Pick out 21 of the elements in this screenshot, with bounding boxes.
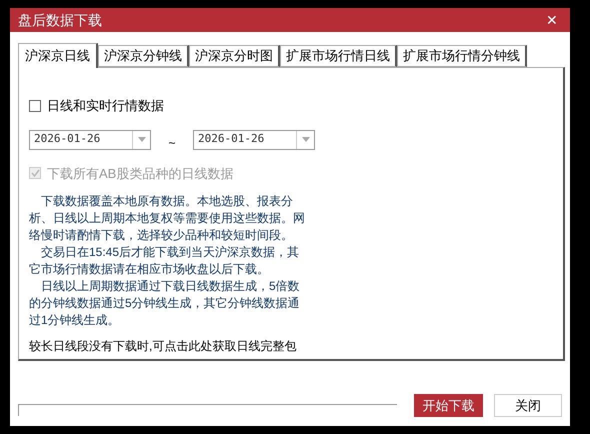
checkbox-label: 下载所有AB股类品种的日线数据 — [47, 164, 234, 182]
close-button[interactable]: 关闭 — [494, 394, 562, 417]
start-date-dropdown[interactable]: 2026-01-26 — [29, 130, 151, 150]
checkbox[interactable] — [29, 100, 41, 112]
tab[interactable]: 扩展市场行情日线 — [280, 45, 397, 67]
checkbox-label: 日线和实时行情数据 — [47, 97, 164, 115]
end-date-dropdown[interactable]: 2026-01-26 — [193, 130, 315, 150]
note-paragraph: 日线以上周期数据通过下载日线数据生成，5倍数的分钟线数据通过5分钟线生成，其它分钟线数据通过1分钟线生成。 — [29, 278, 301, 329]
range-separator: ~ — [167, 134, 176, 152]
download-link[interactable]: 较长日线段没有下载时,可点击此处获取日线完整包 — [29, 337, 296, 355]
note-paragraph: 交易日在15:45后才能下载到当天沪深京数据，其它市场行情数据请在相应市场收盘以后下载。 — [29, 244, 300, 278]
tab[interactable]: 扩展市场行情分钟线 — [397, 45, 527, 67]
date-value: 2026-01-26 — [197, 131, 266, 148]
note-paragraph: 下载数据覆盖本地原有数据。本地选股、报表分析、日线以上周期本地复权等需要使用这些数据。网络慢时请酌情下载，选择较少品种和较短时间段。 — [29, 193, 306, 244]
tab[interactable]: 沪深京日线 — [18, 43, 98, 68]
close-button[interactable]: ✕ — [542, 13, 562, 27]
tab[interactable]: 沪深京分钟线 — [98, 45, 189, 67]
date-value: 2026-01-26 — [33, 131, 102, 148]
start-download-button[interactable]: 开始下载 — [414, 394, 483, 417]
tab[interactable]: 沪深京分时图 — [189, 45, 280, 67]
window-title: 盘后数据下载 — [18, 10, 102, 30]
